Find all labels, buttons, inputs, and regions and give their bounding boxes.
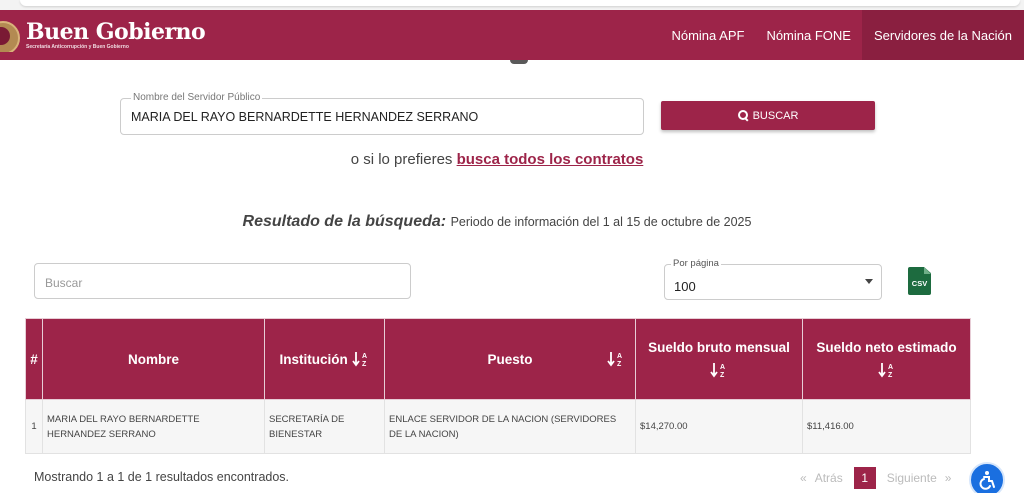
results-count: Mostrando 1 a 1 de 1 resultados encontra… [34, 470, 290, 484]
table-row[interactable]: 1 MARIA DEL RAYO BERNARDETTE HERNANDEZ S… [25, 399, 971, 454]
accessibility-icon[interactable] [969, 462, 1005, 493]
col-header-puesto[interactable]: Puesto AZ [384, 318, 636, 400]
table-filter-placeholder: Buscar [45, 276, 83, 290]
alt-search-prefix: o si lo prefieres [350, 151, 453, 168]
svg-text:Z: Z [362, 361, 367, 368]
col-header-institucion[interactable]: Institución AZ [264, 318, 385, 400]
cell-number: 1 [25, 399, 43, 454]
sort-alpha-icon[interactable]: AZ [607, 350, 625, 368]
main-nav: Nómina APF Nómina FONE Servidores de la … [660, 10, 1024, 60]
cell-puesto: ENLACE SERVIDOR DE LA NACION (SERVIDORES… [384, 399, 636, 454]
csv-file-icon[interactable]: CSV [908, 267, 931, 295]
table-header-row: # Nombre Institución AZ Puesto AZ Sueldo… [25, 318, 971, 400]
svg-text:A: A [888, 364, 893, 371]
col-header-nombre[interactable]: Nombre [42, 318, 265, 400]
results-table: # Nombre Institución AZ Puesto AZ Sueldo… [25, 318, 971, 454]
brand-subtitle: Secretaría Anticorrupción y Buen Gobiern… [26, 43, 129, 50]
brand-logo[interactable]: Buen Gobierno Secretaría Anticorrupción … [0, 10, 206, 60]
nav-servidores-de-la-nacion[interactable]: Servidores de la Nación [861, 10, 1024, 60]
per-page-value: 100 [674, 279, 696, 294]
nav-nomina-apf[interactable]: Nómina APF [660, 10, 755, 60]
svg-text:Z: Z [888, 372, 893, 379]
col-header-sueldo-neto[interactable]: Sueldo neto estimado AZ [802, 318, 971, 400]
svg-text:Z: Z [720, 372, 725, 379]
top-navbar: Buen Gobierno Secretaría Anticorrupción … [0, 10, 1024, 60]
per-page-select[interactable]: Por página 100 [664, 258, 882, 300]
svg-text:A: A [362, 353, 367, 360]
servidor-name-input[interactable]: MARIA DEL RAYO BERNARDETTE HERNANDEZ SER… [131, 110, 478, 124]
nav-nomina-fone[interactable]: Nómina FONE [755, 10, 862, 60]
cell-sueldo-bruto: $14,270.00 [635, 399, 803, 454]
chevron-down-icon [865, 279, 873, 284]
result-period: Periodo de información del 1 al 15 de oc… [450, 215, 752, 229]
csv-label: CSV [911, 279, 928, 288]
search-icon [737, 110, 749, 121]
sort-alpha-icon[interactable]: AZ [877, 361, 896, 379]
prev-page-button[interactable]: Atrás [815, 471, 843, 485]
brand-title: Buen Gobierno [26, 18, 206, 45]
buscar-button-label: BUSCAR [752, 109, 799, 122]
svg-text:Z: Z [617, 361, 622, 368]
col-header-sueldo-bruto[interactable]: Sueldo bruto mensual AZ [635, 318, 803, 400]
seal-icon [0, 18, 22, 52]
prev-arrow[interactable]: « [800, 471, 807, 485]
sort-alpha-icon[interactable]: AZ [710, 361, 728, 379]
all-contracts-link[interactable]: busca todos los contratos [457, 151, 644, 168]
browser-top-strip [0, 0, 1024, 10]
clipped-heading-fragment [510, 60, 528, 64]
current-page[interactable]: 1 [853, 467, 876, 489]
cell-nombre: MARIA DEL RAYO BERNARDETTE HERNANDEZ SER… [42, 399, 265, 454]
next-page-button[interactable]: Siguiente [887, 471, 937, 485]
cell-sueldo-neto: $11,416.00 [802, 399, 971, 454]
result-title: Resultado de la búsqueda: [242, 213, 447, 230]
sort-alpha-icon[interactable]: AZ [351, 350, 370, 368]
pagination: « Atrás 1 Siguiente » [796, 467, 955, 489]
cell-institucion: SECRETARÍA DE BIENESTAR [264, 399, 385, 454]
svg-text:A: A [617, 353, 622, 360]
servidor-name-label: Nombre del Servidor Público [131, 92, 263, 104]
buscar-button[interactable]: BUSCAR [661, 101, 875, 130]
svg-text:A: A [720, 364, 725, 371]
per-page-label: Por página [671, 258, 721, 270]
col-header-number: # [25, 318, 43, 400]
next-arrow[interactable]: » [945, 471, 952, 485]
result-heading: Resultado de la búsqueda: Periodo de inf… [0, 213, 994, 231]
table-filter-input[interactable]: Buscar [34, 263, 411, 299]
alt-search-line: o si lo prefieres busca todos los contra… [0, 151, 994, 168]
servidor-name-field[interactable]: Nombre del Servidor Público MARIA DEL RA… [120, 92, 644, 135]
